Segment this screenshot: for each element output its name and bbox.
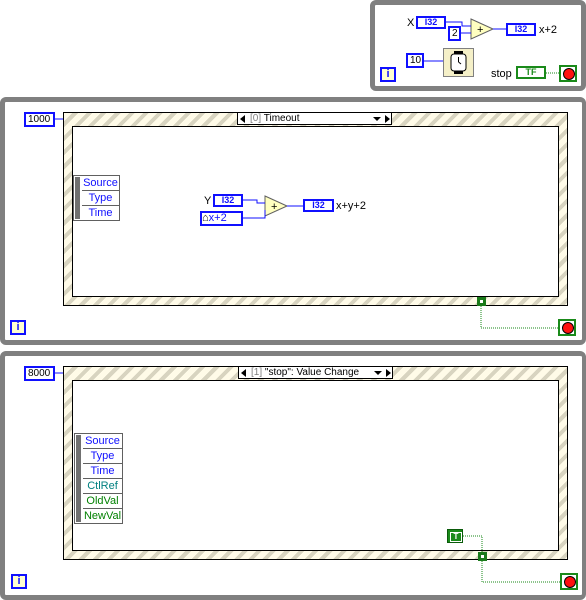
constant-2[interactable]: 2	[448, 26, 461, 41]
x-control-terminal[interactable]: I32	[416, 16, 446, 29]
iteration-terminal-top: i	[380, 67, 396, 82]
iteration-terminal-1: i	[10, 320, 26, 335]
next-case-arrow[interactable]	[385, 115, 390, 123]
wait-ms-function[interactable]	[443, 48, 474, 77]
svg-text:+: +	[477, 24, 483, 36]
stop-tunnel-2	[478, 552, 487, 561]
local-variable-x-plus-2[interactable]: ⌂x+2	[200, 211, 243, 226]
y-control-terminal[interactable]: I32	[213, 194, 243, 207]
x-control-label: X	[407, 17, 415, 29]
event-data-newval: NewVal	[83, 510, 122, 522]
dropdown-arrow[interactable]	[373, 117, 381, 121]
event-case-selector-1[interactable]: [0] Timeout	[237, 112, 392, 125]
loop-condition-stop-1[interactable]	[558, 319, 576, 336]
event-data-node-1[interactable]: Source Type Time	[73, 175, 120, 221]
event-data-oldval: OldVal	[83, 494, 122, 509]
loop-condition-stop-top[interactable]	[559, 65, 577, 82]
loop-condition-stop-2[interactable]	[560, 573, 578, 590]
svg-text:+: +	[271, 201, 277, 213]
top-while-loop[interactable]	[370, 0, 586, 91]
event-data-type: Type	[82, 191, 119, 206]
event-data-ctlref: CtlRef	[83, 479, 122, 494]
event-case-selector-2[interactable]: [1] "stop": Value Change	[238, 366, 393, 379]
y-control-label: Y	[204, 195, 212, 207]
wait-ms-icon	[450, 51, 467, 74]
local-variable-icon: ⌂	[202, 212, 209, 224]
add-function-loop1[interactable]: +	[264, 195, 288, 217]
stop-control-label: stop	[491, 68, 512, 80]
stop-control-terminal[interactable]: TF	[516, 66, 546, 79]
true-constant[interactable]: T	[447, 529, 463, 543]
timeout-constant-1[interactable]: 1000	[24, 112, 55, 127]
event-case-frame-2	[72, 380, 559, 551]
prev-case-arrow[interactable]	[240, 115, 245, 123]
event-data-source: Source	[82, 177, 119, 191]
x-plus-2-indicator-label: x+2	[539, 24, 558, 36]
event-data-time: Time	[83, 464, 122, 479]
x-plus-2-indicator-terminal[interactable]: I32	[506, 23, 536, 36]
event-data-time: Time	[88, 207, 113, 219]
timeout-constant-2[interactable]: 8000	[24, 366, 55, 381]
result-indicator-terminal[interactable]: I32	[303, 199, 334, 212]
next-case-arrow[interactable]	[386, 369, 391, 377]
iteration-terminal-2: i	[11, 574, 27, 589]
wait-ms-constant[interactable]: 10	[406, 53, 424, 68]
dropdown-arrow[interactable]	[374, 371, 382, 375]
event-data-type: Type	[83, 449, 122, 464]
result-indicator-label: x+y+2	[336, 200, 366, 212]
event-data-node-2[interactable]: Source Type Time CtlRef OldVal NewVal	[74, 433, 123, 524]
prev-case-arrow[interactable]	[241, 369, 246, 377]
add-function-top[interactable]: +	[470, 18, 494, 40]
event-data-source: Source	[83, 434, 122, 449]
stop-tunnel-1	[477, 297, 486, 306]
